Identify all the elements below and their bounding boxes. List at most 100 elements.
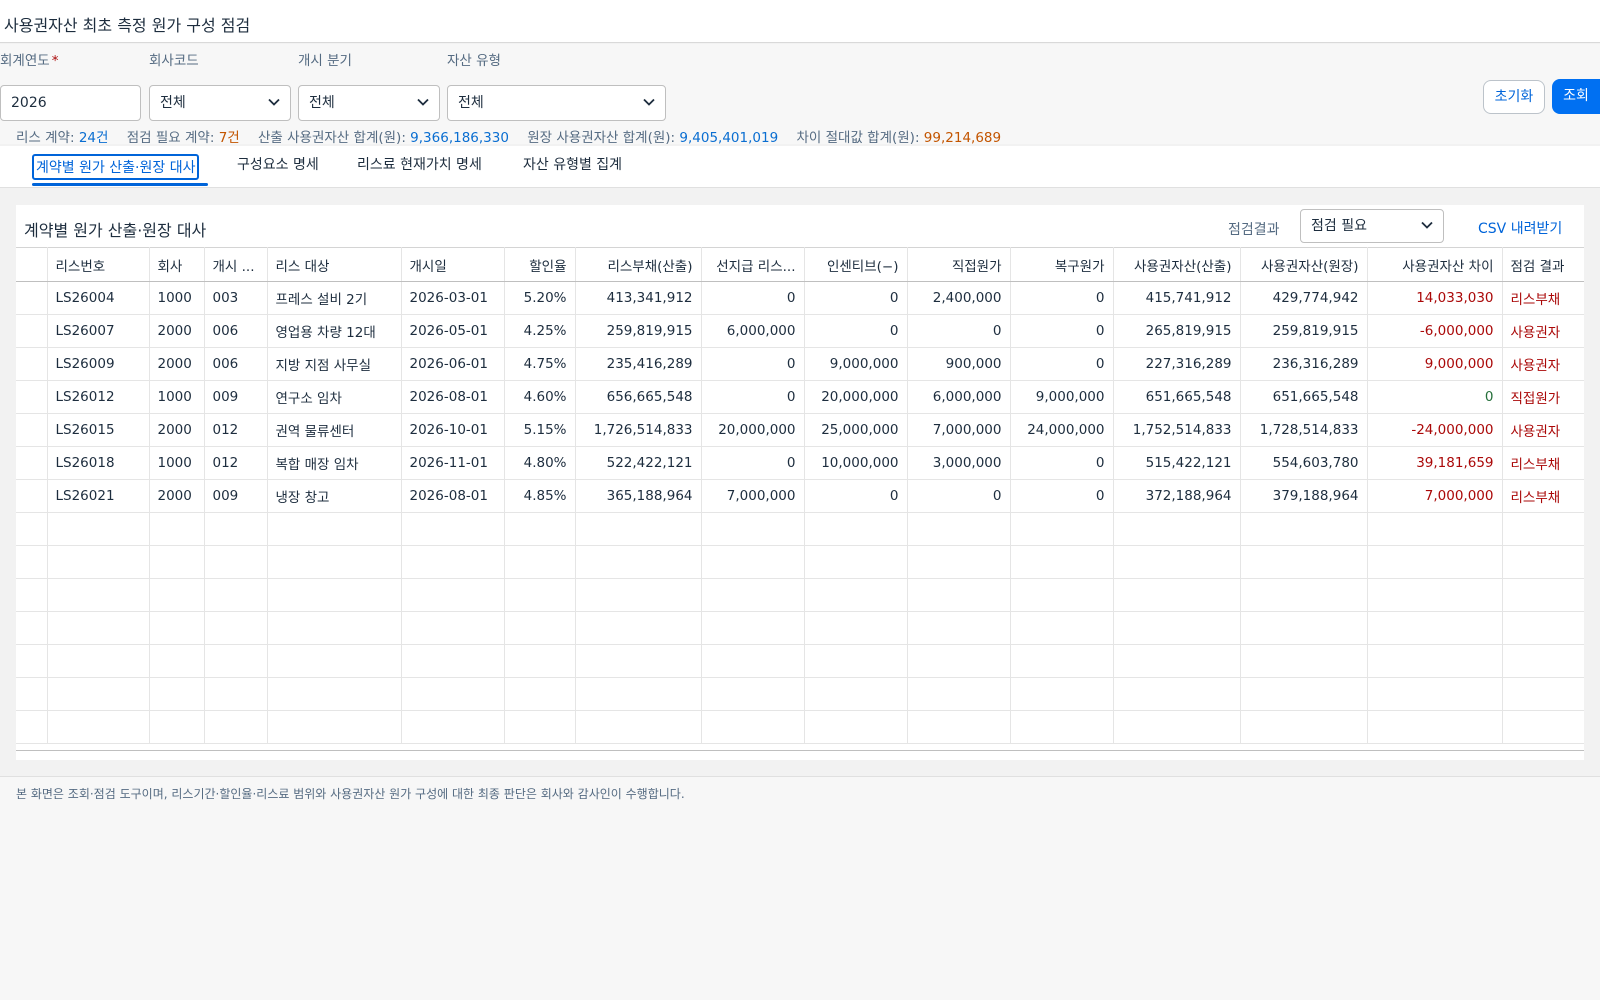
result-filter-select[interactable]: 점검 필요: [1300, 209, 1444, 243]
table-cell: 2026-05-01: [401, 314, 505, 348]
empty-cell: [701, 578, 805, 612]
table-cell: 259,819,915: [1240, 314, 1368, 348]
table-cell: 1000: [149, 281, 205, 315]
reconciliation-table: 리스번호 회사 개시 ... 리스 대상 개시일 할인율 리스부채(산출) 선지급 리스...…: [16, 247, 1584, 744]
empty-cell: [401, 677, 505, 711]
reset-button[interactable]: 초기화: [1483, 80, 1545, 114]
table-cell: 0: [1010, 347, 1114, 381]
column-header[interactable]: 직접원가: [907, 247, 1011, 282]
tab-present-value-detail[interactable]: 리스료 현재가치 명세: [357, 154, 482, 174]
table-cell: 0: [804, 479, 908, 513]
table-cell: 0: [907, 314, 1011, 348]
search-button[interactable]: 조회: [1552, 79, 1600, 114]
calc-total-value: 9,366,186,330: [410, 130, 509, 146]
column-header[interactable]: 회사: [149, 247, 205, 282]
tab-bar: 계약별 원가 산출·원장 대사 구성요소 명세 리스료 현재가치 명세 자산 유…: [0, 146, 1600, 188]
empty-cell: [907, 710, 1011, 744]
asset-type-field: 자산 유형 전체: [447, 52, 666, 121]
empty-cell: [1367, 710, 1503, 744]
empty-cell: [204, 710, 268, 744]
table-cell: 9,000,000: [1367, 347, 1503, 381]
table-row[interactable]: LS26012 1000 009 연구소 임차 2026-08-01 4.60% 656,6…: [16, 380, 1584, 414]
table-cell: 379,188,964: [1240, 479, 1368, 513]
table-body: LS26004 1000 003 프레스 설비 2기 2026-03-01 5.20% 41…: [16, 281, 1584, 744]
table-cell: [16, 380, 48, 414]
column-header[interactable]: 사용권자산 차이: [1367, 247, 1503, 282]
table-cell: 235,416,289: [575, 347, 702, 381]
empty-cell: [701, 644, 805, 678]
csv-download-link[interactable]: CSV 내려받기: [1478, 218, 1562, 238]
table-cell: 9,000,000: [804, 347, 908, 381]
chevron-down-icon: [643, 86, 655, 106]
table-cell: 372,188,964: [1113, 479, 1241, 513]
column-header[interactable]: 리스번호: [47, 247, 150, 282]
empty-cell: [16, 644, 48, 678]
table-row[interactable]: LS26018 1000 012 복합 매장 임차 2026-11-01 4.80% 522…: [16, 446, 1584, 480]
company-code-select[interactable]: 전체: [149, 85, 291, 121]
empty-cell: [47, 644, 150, 678]
table-cell: 003: [204, 281, 268, 315]
table-cell: 20,000,000: [701, 413, 805, 447]
table-cell: 429,774,942: [1240, 281, 1368, 315]
table-cell: 권역 물류센터: [267, 413, 402, 447]
table-cell: 0: [804, 281, 908, 315]
empty-cell: [401, 710, 505, 744]
table-cell: 0: [1367, 380, 1503, 414]
empty-cell: [1502, 578, 1584, 612]
column-header[interactable]: 개시 ...: [204, 247, 268, 282]
empty-cell: [149, 545, 205, 579]
empty-cell: [1240, 512, 1368, 546]
company-code-value: 전체: [160, 95, 186, 111]
column-header[interactable]: 할인율: [504, 247, 576, 282]
column-header[interactable]: [16, 247, 48, 282]
table-cell: 0: [701, 446, 805, 480]
empty-cell: [1240, 545, 1368, 579]
asset-type-select[interactable]: 전체: [447, 85, 666, 121]
empty-cell: [16, 512, 48, 546]
reconciliation-table-wrap[interactable]: 리스번호 회사 개시 ... 리스 대상 개시일 할인율 리스부채(산출) 선지급 리스...…: [16, 247, 1584, 751]
empty-cell: [1113, 545, 1241, 579]
start-quarter-select[interactable]: 전체: [298, 85, 440, 121]
empty-cell: [204, 512, 268, 546]
chevron-down-icon: [1421, 210, 1433, 229]
empty-cell: [267, 578, 402, 612]
table-row[interactable]: LS26009 2000 006 지방 지점 사무실 2026-06-01 4.75% 23…: [16, 347, 1584, 381]
column-header[interactable]: 리스부채(산출): [575, 247, 702, 282]
table-row[interactable]: LS26007 2000 006 영업용 차량 12대 2026-05-01 4.25% 2…: [16, 314, 1584, 348]
table-cell: 651,665,548: [1113, 380, 1241, 414]
column-header[interactable]: 점검 결과: [1502, 247, 1584, 282]
column-header[interactable]: 사용권자산(산출): [1113, 247, 1241, 282]
empty-cell: [504, 677, 576, 711]
empty-cell: [47, 578, 150, 612]
table-row[interactable]: LS26015 2000 012 권역 물류센터 2026-10-01 5.15% 1,72…: [16, 413, 1584, 447]
column-header[interactable]: 복구원가: [1010, 247, 1114, 282]
empty-cell: [47, 545, 150, 579]
table-row[interactable]: LS26021 2000 009 냉장 창고 2026-08-01 4.85% 365,18…: [16, 479, 1584, 513]
column-header[interactable]: 리스 대상: [267, 247, 402, 282]
tab-asset-type-summary[interactable]: 자산 유형별 집계: [523, 154, 622, 174]
table-cell: 7,000,000: [907, 413, 1011, 447]
empty-cell: [1367, 677, 1503, 711]
column-header[interactable]: 사용권자산(원장): [1240, 247, 1368, 282]
empty-cell: [1010, 578, 1114, 612]
company-code-field: 회사코드 전체: [149, 52, 291, 121]
tab-contract-reconciliation[interactable]: 계약별 원가 산출·원장 대사: [32, 154, 200, 180]
table-cell: 4.75%: [504, 347, 576, 381]
empty-cell: [1367, 545, 1503, 579]
empty-cell: [504, 545, 576, 579]
column-header[interactable]: 선지급 리스...: [701, 247, 805, 282]
tab-component-detail[interactable]: 구성요소 명세: [237, 154, 319, 174]
column-header[interactable]: 개시일: [401, 247, 505, 282]
table-cell: 7,000,000: [701, 479, 805, 513]
column-header[interactable]: 인센티브(−): [804, 247, 908, 282]
table-row[interactable]: LS26004 1000 003 프레스 설비 2기 2026-03-01 5.20% 41…: [16, 281, 1584, 315]
table-cell: 900,000: [907, 347, 1011, 381]
empty-cell: [1240, 644, 1368, 678]
empty-cell: [401, 545, 505, 579]
empty-row: [16, 677, 1584, 711]
table-cell: -24,000,000: [1367, 413, 1503, 447]
empty-row: [16, 512, 1584, 546]
chevron-down-icon: [268, 86, 280, 106]
table-cell: LS26009: [47, 347, 150, 381]
fiscal-year-input[interactable]: 2026: [0, 85, 141, 121]
